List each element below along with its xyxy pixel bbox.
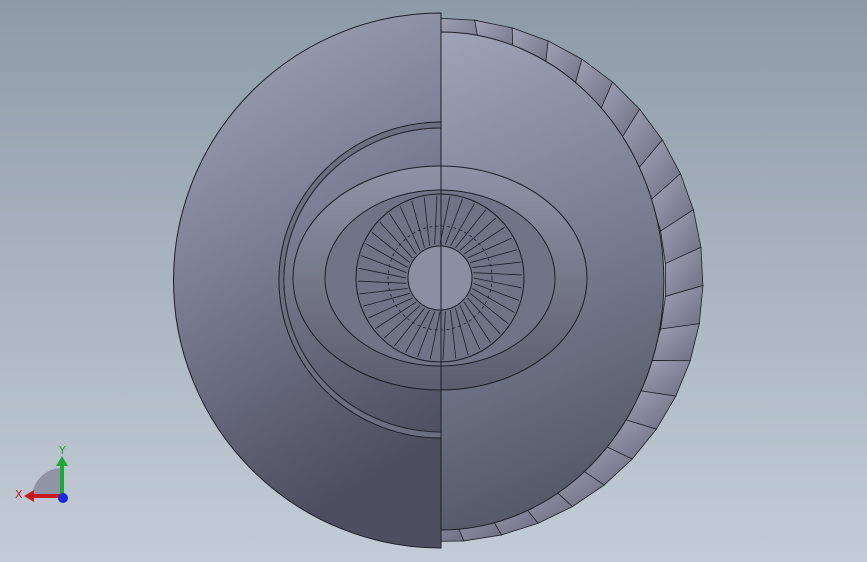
hub-bore: [407, 245, 473, 311]
triad-plane-shade: [32, 467, 62, 496]
y-axis-arrowhead: [56, 456, 68, 466]
x-axis-arrowhead: [24, 490, 34, 502]
x-axis-label: X: [15, 488, 23, 501]
z-axis-dot: [58, 493, 68, 503]
coordinate-triad: X Y: [15, 444, 68, 503]
y-axis-label: Y: [58, 444, 66, 457]
3d-viewport[interactable]: [0, 0, 867, 562]
